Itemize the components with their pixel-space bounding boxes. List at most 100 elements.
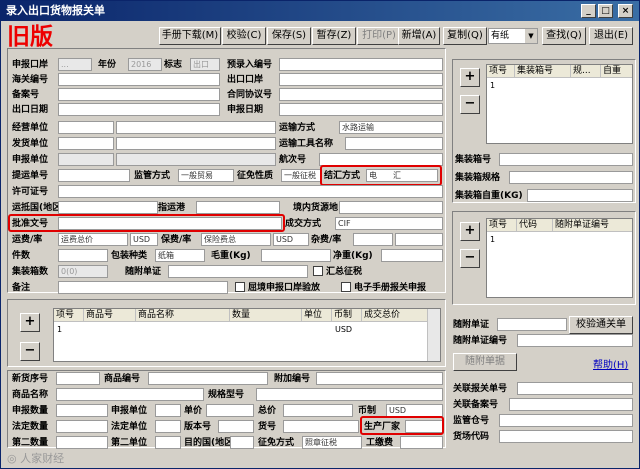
year-field[interactable]: 2016 xyxy=(128,58,162,71)
goods-col-code[interactable]: 商品号 xyxy=(84,309,136,322)
goods-scrollbar[interactable] xyxy=(427,309,440,361)
print-button[interactable]: 打印(P) xyxy=(357,27,401,45)
pieces-field[interactable] xyxy=(58,249,108,262)
freight-currency-field[interactable]: USD xyxy=(130,233,158,246)
container-weight-field[interactable] xyxy=(527,189,633,202)
goods-name-field[interactable] xyxy=(56,388,204,401)
container-grid[interactable]: 项号 集装箱号 规... 自重 1 xyxy=(486,64,633,144)
container-spec-field[interactable] xyxy=(509,171,633,184)
extra-no-field[interactable] xyxy=(316,372,443,385)
misc-currency-field[interactable] xyxy=(395,233,443,246)
verify-button[interactable]: 校验(C) xyxy=(222,27,266,45)
version-field[interactable] xyxy=(218,420,254,433)
vessel-field[interactable] xyxy=(345,137,443,150)
second-unit-field[interactable] xyxy=(155,436,181,449)
goods-col-currency[interactable]: 币制 xyxy=(332,309,362,322)
goods-col-name[interactable]: 商品名称 xyxy=(136,309,230,322)
tax-field[interactable] xyxy=(400,436,443,449)
goods-no-field[interactable] xyxy=(148,372,268,385)
total-price-field[interactable] xyxy=(283,404,353,417)
consignor-name-field[interactable] xyxy=(116,137,276,150)
package-field[interactable]: 纸箱 xyxy=(155,249,205,262)
exempt-field[interactable]: 照章征税 xyxy=(302,436,362,449)
currency-field[interactable]: USD xyxy=(386,404,443,417)
remove-doc-button[interactable]: − xyxy=(460,249,480,268)
supervision-field[interactable]: 一般贸易 xyxy=(178,169,234,182)
dest-port-field[interactable] xyxy=(196,201,280,214)
doc-grid[interactable]: 项号 代码 随附单证编号 1 xyxy=(486,218,633,298)
goods-col-total[interactable]: 成交总价 xyxy=(362,309,428,322)
goods-col-no[interactable]: 项号 xyxy=(54,309,84,322)
contract-field[interactable] xyxy=(279,88,443,101)
exemption-field[interactable]: 一般征税 xyxy=(281,169,321,182)
transport-mode-field[interactable]: 水路运输 xyxy=(339,121,443,134)
container-col-no[interactable]: 项号 xyxy=(487,65,515,78)
declarant-code-field[interactable] xyxy=(58,153,114,166)
copy-option-select[interactable]: 有纸 ▼ xyxy=(488,28,538,44)
close-button[interactable]: × xyxy=(618,4,633,18)
related-declare-field[interactable] xyxy=(517,382,633,395)
consignor-code-field[interactable] xyxy=(58,137,114,150)
declare-qty-field[interactable] xyxy=(56,404,108,417)
manufacturer-field[interactable] xyxy=(405,420,443,433)
port-field[interactable]: ... xyxy=(58,58,92,71)
goods-grid[interactable]: 项号 商品号 商品名称 数量 单位 币制 成交总价 1 USD xyxy=(53,308,441,362)
approval-field[interactable] xyxy=(58,217,282,230)
declare-unit-field[interactable] xyxy=(155,404,181,417)
related-record-field[interactable] xyxy=(509,398,633,411)
customs-tax-checkbox[interactable] xyxy=(313,266,323,276)
record-no-field[interactable] xyxy=(58,88,220,101)
find-button[interactable]: 查找(Q) xyxy=(542,27,586,45)
source-field[interactable] xyxy=(339,201,443,214)
export-port-field[interactable] xyxy=(279,73,443,86)
waybill-field[interactable] xyxy=(58,169,130,182)
dest-country-field[interactable] xyxy=(58,201,158,214)
item-no-field[interactable] xyxy=(283,420,359,433)
e-manual-checkbox[interactable] xyxy=(341,282,351,292)
help-link[interactable]: 帮助(H) xyxy=(593,356,628,371)
insurance-type-field[interactable]: 保险费总 xyxy=(201,233,271,246)
remove-container-button[interactable]: − xyxy=(460,95,480,114)
exit-button[interactable]: 退出(E) xyxy=(589,27,633,45)
insurance-currency-field[interactable]: USD xyxy=(273,233,309,246)
bill-field[interactable] xyxy=(319,153,443,166)
attach-doc-button[interactable]: 随附单据 xyxy=(453,353,517,371)
legal-qty-field[interactable] xyxy=(56,420,108,433)
container-col-container[interactable]: 集装箱号 xyxy=(515,65,571,78)
license-field[interactable] xyxy=(58,185,443,198)
attached-doc-no-field[interactable] xyxy=(517,334,633,347)
unit-price-field[interactable] xyxy=(206,404,254,417)
add-button[interactable]: 新增(A) xyxy=(398,27,440,45)
maximize-button[interactable]: □ xyxy=(598,4,613,18)
goods-spec-field[interactable] xyxy=(256,388,443,401)
minimize-button[interactable]: _ xyxy=(581,4,596,18)
trade-terms-field[interactable]: CIF xyxy=(335,217,443,230)
flag-field[interactable]: 出口 xyxy=(190,58,220,71)
temp-save-button[interactable]: 暂存(Z) xyxy=(312,27,356,45)
remove-goods-button[interactable]: − xyxy=(20,342,40,361)
dest-field[interactable] xyxy=(230,436,254,449)
operator-code-field[interactable] xyxy=(58,121,114,134)
cargo-code-field[interactable] xyxy=(499,430,633,443)
manual-download-button[interactable]: 手册下载(M) xyxy=(159,27,221,45)
add-doc-button[interactable]: + xyxy=(460,222,480,241)
preentry-field[interactable] xyxy=(279,58,443,71)
operator-name-field[interactable] xyxy=(116,121,276,134)
verify-pass-button[interactable]: 校验通关单 xyxy=(569,316,633,334)
gross-field[interactable] xyxy=(261,249,331,262)
second-qty-field[interactable] xyxy=(56,436,108,449)
customs-no-field[interactable] xyxy=(58,73,220,86)
goods-col-qty[interactable]: 数量 xyxy=(230,309,302,322)
bonded-field[interactable] xyxy=(499,414,633,427)
copy-button[interactable]: 复制(Q) xyxy=(443,27,487,45)
container-col-weight[interactable]: 自重 xyxy=(601,65,632,78)
doc-col-code[interactable]: 代码 xyxy=(517,219,553,232)
misc-value-field[interactable] xyxy=(353,233,393,246)
attached-doc-field[interactable] xyxy=(497,318,567,331)
container-col-spec[interactable]: 规... xyxy=(571,65,601,78)
goods-col-unit[interactable]: 单位 xyxy=(302,309,332,322)
save-button[interactable]: 保存(S) xyxy=(267,27,311,45)
new-item-field[interactable] xyxy=(56,372,100,385)
doc-col-no[interactable]: 项号 xyxy=(487,219,517,232)
export-date-field[interactable] xyxy=(58,103,220,116)
